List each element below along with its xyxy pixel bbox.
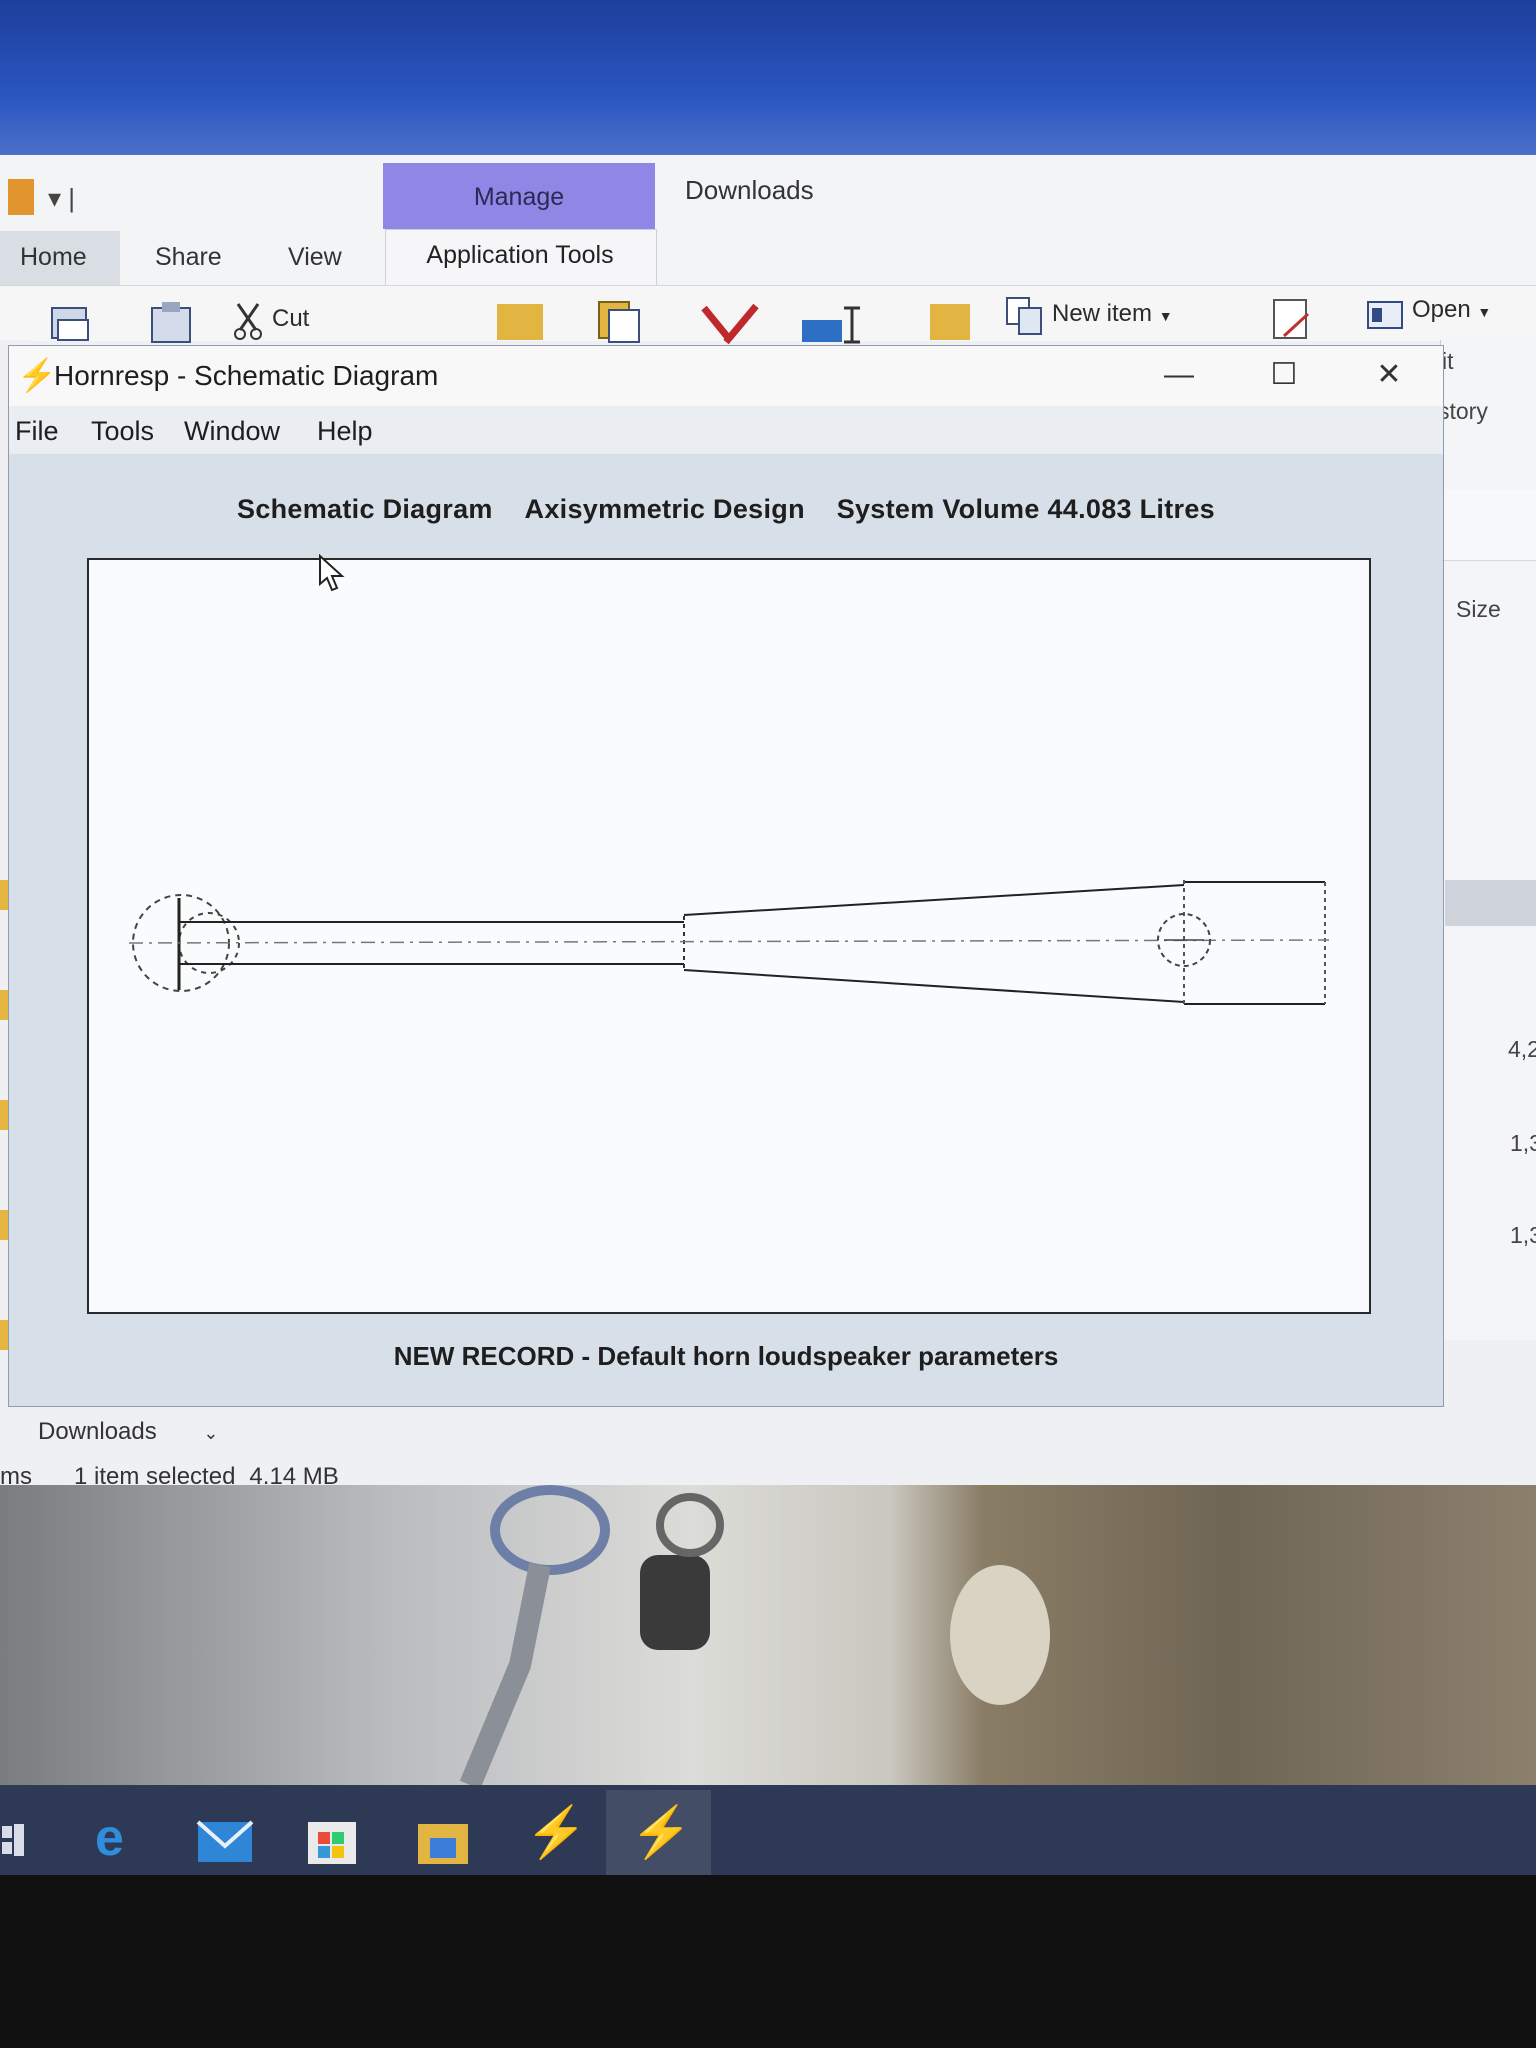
desktop-wallpaper-photo — [0, 1485, 1536, 1790]
new-item-label[interactable]: New item ▼ — [1052, 300, 1173, 328]
maximize-button[interactable]: ☐ — [1254, 352, 1314, 398]
heading-design: Axisymmetric Design — [524, 494, 805, 524]
chevron-down-icon: ▼ — [1158, 308, 1173, 324]
folder-icon — [8, 179, 34, 215]
store-icon[interactable] — [304, 1812, 366, 1872]
flare-top — [683, 884, 1185, 916]
copy-to-icon[interactable] — [595, 300, 645, 344]
horn-schematic — [128, 880, 1330, 1006]
application-tools-label: Application Tools — [426, 241, 614, 269]
edge-icon[interactable]: e — [95, 1808, 157, 1868]
file-size: 1,3 — [1510, 1130, 1536, 1156]
tab-home-label[interactable]: Home — [20, 243, 87, 272]
history-partial-label[interactable]: story — [1438, 398, 1488, 425]
wallpaper-photo-art — [459, 1485, 1050, 1790]
close-button[interactable]: ✕ — [1359, 352, 1419, 398]
task-view-icon[interactable] — [0, 1820, 28, 1860]
tab-share[interactable]: Share — [155, 243, 222, 272]
window-title: Downloads — [685, 175, 814, 205]
delete-icon[interactable] — [700, 302, 760, 346]
mail-icon[interactable] — [196, 1812, 258, 1872]
new-item-icon[interactable] — [1005, 296, 1045, 336]
manage-label: Manage — [473, 183, 565, 211]
menu-help[interactable]: Help — [317, 416, 373, 447]
move-to-icon[interactable] — [497, 304, 543, 340]
new-item-text: New item — [1052, 300, 1153, 327]
title-bar: ⚡ Hornresp - Schematic Diagram — ☐ ✕ — [9, 346, 1443, 406]
pin-to-quick-access-icon[interactable] — [48, 300, 98, 344]
file-explorer-icon[interactable] — [414, 1812, 476, 1872]
open-text: Open — [1412, 296, 1471, 323]
quick-access-dropdown-icon[interactable]: ▾ | — [48, 183, 75, 214]
file-size: 1,3 — [1510, 1222, 1536, 1248]
desktop-wallpaper — [0, 0, 1536, 160]
mouse-cursor-icon — [319, 554, 345, 592]
selected-row[interactable] — [1445, 880, 1536, 926]
properties-icon[interactable] — [1270, 296, 1314, 340]
size-column-header[interactable]: Size — [1456, 596, 1501, 623]
heading-volume: System Volume 44.083 Litres — [836, 494, 1215, 524]
chevron-down-icon[interactable]: ⌄ — [203, 1423, 218, 1443]
minimize-button[interactable]: — — [1149, 352, 1209, 398]
heading-schematic: Schematic Diagram — [237, 494, 493, 524]
window-title: Hornresp - Schematic Diagram — [54, 360, 439, 391]
open-label[interactable]: Open ▼ — [1412, 296, 1491, 324]
hornresp-window: ⚡ Hornresp - Schematic Diagram — ☐ ✕ Fil… — [8, 345, 1444, 1407]
chevron-down-icon: ▼ — [1477, 304, 1492, 320]
record-description: NEW RECORD - Default horn loudspeaker pa… — [393, 1341, 1059, 1371]
hornresp-icon[interactable]: ⚡ — [525, 1800, 587, 1860]
cut-icon[interactable] — [232, 300, 268, 342]
tab-view[interactable]: View — [288, 243, 342, 272]
centerline — [128, 939, 1330, 944]
paste-icon[interactable] — [148, 300, 198, 344]
monitor-bezel — [0, 1875, 1536, 2048]
menu-file[interactable]: File — [15, 416, 59, 447]
flare-bottom — [683, 969, 1185, 1003]
ribbon-tab-bar: ▾ | Manage Application Tools Downloads H… — [0, 155, 1536, 288]
open-icon[interactable] — [1366, 298, 1406, 332]
menu-tools[interactable]: Tools — [91, 416, 154, 447]
rename-icon[interactable] — [800, 300, 866, 344]
file-size: 4,2 — [1508, 1036, 1536, 1062]
schematic-diagram-canvas — [87, 558, 1371, 1314]
breadcrumb-label: Downloads — [38, 1418, 157, 1445]
column-header — [1440, 490, 1536, 561]
cut-label[interactable]: Cut — [272, 305, 309, 333]
address-breadcrumb[interactable]: Downloads ⌄ — [38, 1418, 219, 1446]
new-folder-icon[interactable] — [930, 304, 970, 340]
hornresp-icon[interactable]: ⚡ — [630, 1800, 692, 1860]
hornresp-icon: ⚡ — [17, 357, 57, 393]
diagram-heading: Schematic Diagram Axisymmetric Design Sy… — [9, 494, 1443, 525]
menu-window[interactable]: Window — [184, 416, 280, 447]
